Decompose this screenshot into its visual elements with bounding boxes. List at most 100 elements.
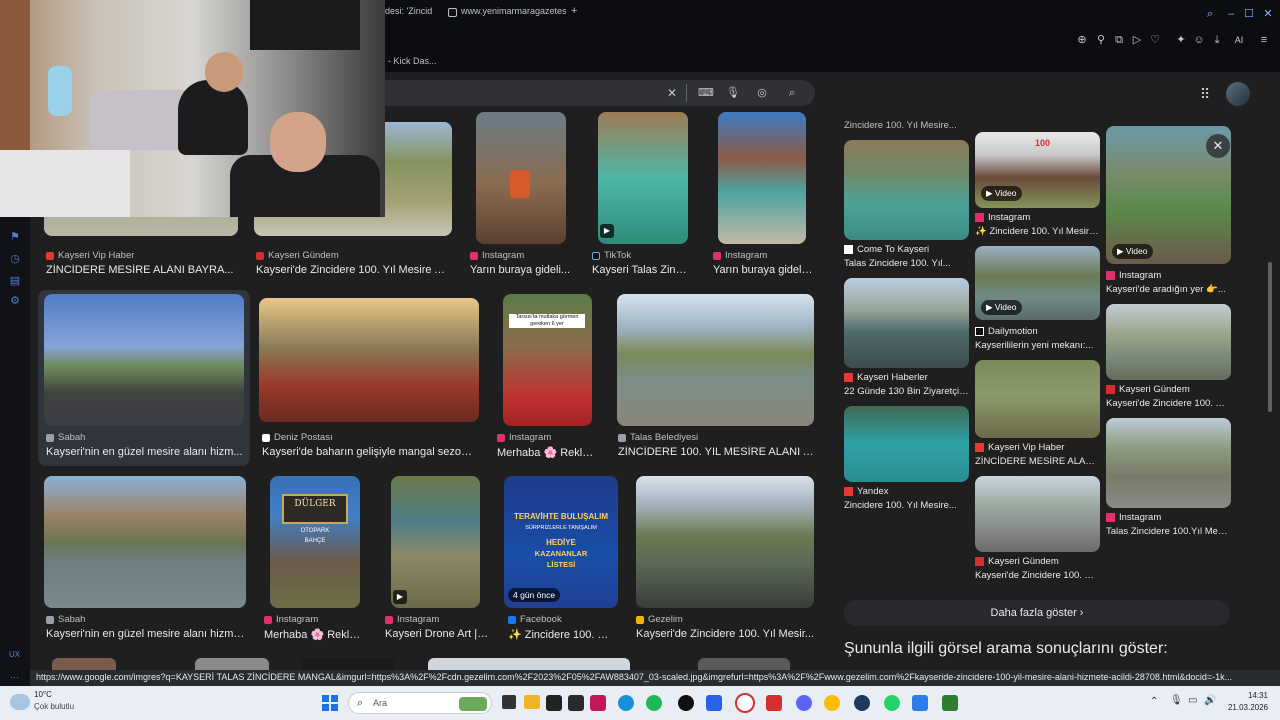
whatsapp-icon[interactable] <box>884 695 900 711</box>
ai-button[interactable]: AI <box>1227 33 1251 47</box>
terminal-icon[interactable] <box>546 695 562 711</box>
heart-icon[interactable]: ♡ <box>1148 33 1162 47</box>
panel-c2-thumb-2[interactable]: ▶ Video <box>975 246 1100 320</box>
close-panel-icon[interactable]: ✕ <box>1206 134 1230 158</box>
keyboard-icon[interactable]: ⌨ <box>698 86 714 100</box>
thumb-r3-1[interactable] <box>44 476 246 608</box>
task-view-icon[interactable] <box>502 695 516 709</box>
panel-c1-thumb-2[interactable] <box>844 278 969 368</box>
show-more-button[interactable]: Daha fazla göster › <box>844 600 1230 626</box>
new-tab-button[interactable]: + <box>571 5 577 17</box>
title-r3-4[interactable]: ✨ Zincidere 100. Yı... <box>508 628 614 641</box>
title-r3-1[interactable]: Kayseri'nin en güzel mesire alanı hizme.… <box>46 628 246 640</box>
thumb-r4-1[interactable] <box>52 658 116 670</box>
notes-icon[interactable]: ▤ <box>8 274 22 288</box>
panel-c2-title-3[interactable]: ZİNCİDERE MESİRE ALANI... <box>975 456 1100 467</box>
thumb-r3-2[interactable]: DÜLGER OTOPARK BAHÇE <box>270 476 360 608</box>
network-icon[interactable]: ▭ <box>1188 695 1197 706</box>
spotify-icon[interactable] <box>646 695 662 711</box>
panel-c1-title-2[interactable]: 22 Günde 130 Bin Ziyaretçi ... <box>844 386 969 397</box>
download-icon[interactable]: ⤓ <box>1210 33 1224 47</box>
panel-c3-thumb-2[interactable] <box>1106 304 1231 380</box>
pin-icon[interactable]: ⚲ <box>1094 33 1108 47</box>
tab-zincidere[interactable]: desi: 'Zincid <box>385 6 432 16</box>
panel-c3-title-1[interactable]: Kayseri'de aradığın yer 👉... <box>1106 284 1231 295</box>
profile-icon[interactable]: ☺ <box>1192 33 1206 47</box>
chrome-icon[interactable] <box>824 695 840 711</box>
play-icon[interactable]: ▷ <box>1130 33 1144 47</box>
title-r1-4[interactable]: Kayseri Talas Zinci... <box>592 264 692 276</box>
app-icon-pink[interactable] <box>590 695 606 711</box>
bookmark-sidebar-icon[interactable]: ⚑ <box>8 230 22 244</box>
app-icon-red[interactable] <box>766 695 782 711</box>
apps-grid-icon[interactable]: ⠿ <box>1198 87 1212 101</box>
outlook-icon[interactable] <box>706 695 722 711</box>
avatar[interactable] <box>1226 82 1250 106</box>
thumb-r4-5[interactable] <box>698 658 790 670</box>
search-tabs-icon[interactable]: ⌕ <box>1203 7 1217 21</box>
screenshot-icon[interactable]: ⧉ <box>1112 33 1126 47</box>
file-explorer-icon[interactable] <box>524 695 540 709</box>
app-icon-green[interactable] <box>942 695 958 711</box>
bookmark-kick[interactable]: - Kick Das... <box>388 56 437 66</box>
panel-c2-title-1[interactable]: ✨ Zincidere 100. Yıl Mesire... <box>975 226 1100 237</box>
opera-icon[interactable] <box>735 693 755 713</box>
panel-scrollbar[interactable] <box>1268 262 1272 412</box>
discord-icon[interactable] <box>796 695 812 711</box>
thumb-r2-3[interactable]: Tarsus'ta mutlaka görmen gereken 6 yer <box>503 294 592 426</box>
mic-icon[interactable]: 🎙 <box>726 86 740 100</box>
title-r1-5[interactable]: Yarın buraya gideli... <box>713 264 813 276</box>
clock-date[interactable]: 21.03.2026 <box>1218 703 1268 712</box>
github-icon[interactable] <box>678 695 694 711</box>
taskbar-search[interactable]: ⌕ Ara <box>348 692 492 714</box>
panel-c3-title-3[interactable]: Talas Zincidere 100.Yıl Mesi... <box>1106 526 1231 537</box>
history-icon[interactable]: ◷ <box>8 252 22 266</box>
thumb-r2-4[interactable] <box>617 294 814 426</box>
close-window-icon[interactable]: ✕ <box>1261 7 1275 21</box>
thumb-r2-2[interactable] <box>259 298 479 422</box>
panel-c1-thumb-3[interactable] <box>844 406 969 482</box>
title-r3-5[interactable]: Kayseri'de Zincidere 100. Yıl Mesir... <box>636 628 814 640</box>
title-r1-3[interactable]: Yarın buraya gideli... <box>470 264 585 276</box>
panel-c3-title-2[interactable]: Kayseri'de Zincidere 100. Yı... <box>1106 398 1231 409</box>
clock-time[interactable]: 14:31 <box>1228 691 1268 700</box>
panel-c1-thumb-1[interactable] <box>844 140 969 240</box>
thumb-r3-3[interactable]: ▶ <box>391 476 480 608</box>
steam-icon[interactable] <box>854 695 870 711</box>
more-icon[interactable]: ⋯ <box>10 672 19 683</box>
thumb-r4-3[interactable] <box>302 658 394 670</box>
app-icon-dark[interactable] <box>568 695 584 711</box>
volume-icon[interactable]: 🔊 <box>1204 695 1216 706</box>
title-r2-2[interactable]: Kayseri'de baharın gelişiyle mangal sezo… <box>262 446 478 458</box>
panel-c1-title-1[interactable]: Talas Zincidere 100. Yıl... <box>844 258 969 269</box>
weather-desc[interactable]: Çok bulutlu <box>34 702 74 711</box>
title-r1-1[interactable]: ZİNCİDERE MESİRE ALANI BAYRA... <box>46 264 238 276</box>
thumb-r3-4[interactable]: TERAVİHTE BULUŞALIM SÜRPRİZLERLE TANIŞAL… <box>504 476 618 608</box>
zoom-icon[interactable]: ⊕ <box>1075 33 1089 47</box>
weather-temp[interactable]: 10°C <box>34 690 52 699</box>
thumb-r1-3[interactable] <box>476 112 566 244</box>
panel-c1-title-3[interactable]: Zincidere 100. Yıl Mesire... <box>844 500 969 511</box>
title-r3-2[interactable]: Merhaba 🌸 Rekla... <box>264 628 364 641</box>
app-icon-blue[interactable] <box>912 695 928 711</box>
panel-c2-title-3b[interactable]: Kayseri'de Zincidere 100. Yı... <box>975 570 1100 581</box>
tray-chevron-icon[interactable]: ⌃ <box>1150 696 1158 707</box>
thumb-r4-2[interactable] <box>195 658 269 670</box>
title-r2-1[interactable]: Kayseri'nin en güzel mesire alanı hizm..… <box>46 446 244 458</box>
maximize-icon[interactable]: ☐ <box>1242 7 1256 21</box>
extensions-icon[interactable]: ✦ <box>1174 33 1188 47</box>
panel-c2-title-2[interactable]: Kayserililerin yeni mekanı:... <box>975 340 1100 351</box>
settings-icon[interactable]: ⚙ <box>8 294 22 308</box>
tab-yenimarmara[interactable]: www.yenimarmaragazetes <box>461 6 567 16</box>
panel-c2-thumb-3[interactable] <box>975 360 1100 438</box>
thumb-r2-1[interactable] <box>44 294 244 426</box>
panel-c2-thumb-4[interactable] <box>975 476 1100 552</box>
search-icon[interactable]: ⌕ <box>785 86 799 100</box>
title-r3-3[interactable]: Kayseri Drone Art | ... <box>385 628 489 640</box>
panel-c3-thumb-3[interactable] <box>1106 418 1231 508</box>
mic-tray-icon[interactable]: 🎙 <box>1170 695 1183 706</box>
title-r2-4[interactable]: ZİNCİDERE 100. YIL MESİRE ALANI A... <box>618 446 814 458</box>
title-r2-3[interactable]: Merhaba 🌸 Rekla... <box>497 446 597 459</box>
minimize-icon[interactable]: – <box>1224 7 1238 21</box>
thumb-r1-5[interactable] <box>718 112 806 244</box>
